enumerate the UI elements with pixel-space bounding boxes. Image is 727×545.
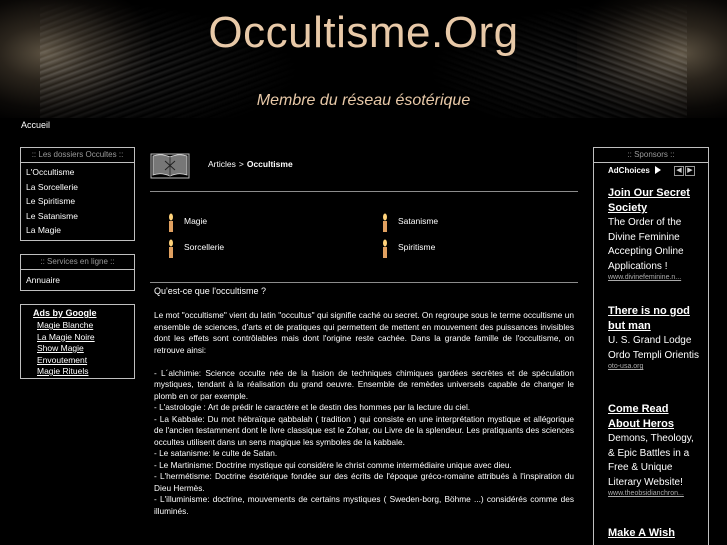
sponsor-ad-title[interactable]: Join Our Secret Society bbox=[608, 186, 700, 216]
breadcrumb: Articles > Occultisme bbox=[208, 159, 293, 169]
category-link-spiritisme[interactable]: Spiritisme bbox=[398, 242, 435, 252]
adchoices-label: AdChoices bbox=[608, 166, 650, 175]
ad-next-arrow-icon[interactable]: ▶ bbox=[685, 166, 695, 176]
site-header: Occultisme.Org Membre du réseau ésotériq… bbox=[0, 0, 727, 118]
open-book-icon bbox=[150, 153, 190, 179]
sponsor-ad: There is no god but man U. S. Grand Lodg… bbox=[608, 304, 700, 370]
site-subtitle: Membre du réseau ésotérique bbox=[256, 92, 471, 109]
google-ads-box: Ads by Google Magie Blanche La Magie Noi… bbox=[20, 304, 135, 379]
category-link-sorcellerie[interactable]: Sorcellerie bbox=[184, 242, 224, 252]
adchoices-link[interactable]: AdChoices bbox=[608, 166, 662, 175]
sponsor-ad: Come Read About Heros Demons, Theology, … bbox=[608, 402, 700, 497]
candle-icon bbox=[383, 213, 387, 232]
sponsor-ad-url[interactable]: oto-usa.org bbox=[608, 363, 700, 370]
services-box: :: Services en ligne :: Annuaire bbox=[20, 254, 135, 291]
sponsor-ad-title[interactable]: Make A Wish bbox=[608, 526, 700, 541]
ad-prev-arrow-icon[interactable]: ◀ bbox=[674, 166, 684, 176]
sponsor-ad: Join Our Secret Society The Order of the… bbox=[608, 186, 700, 281]
article-paragraph: - Le Martinisme: Doctrine mystique qui c… bbox=[154, 459, 512, 470]
menu-item-sorcellerie[interactable]: La Sorcellerie bbox=[21, 180, 134, 195]
ad-link[interactable]: Magie Blanche bbox=[37, 320, 134, 332]
menu-item-magie[interactable]: La Magie bbox=[21, 223, 134, 238]
sponsor-ad-url[interactable]: www.theobsidianchron... bbox=[608, 490, 700, 497]
article-paragraph: - L´alchimie: Science occulte née de la … bbox=[154, 367, 574, 401]
article-spacer bbox=[154, 356, 574, 368]
ad-link[interactable]: La Magie Noire bbox=[37, 332, 134, 344]
services-box-title: :: Services en ligne :: bbox=[21, 255, 134, 270]
divider bbox=[150, 282, 578, 283]
article-title: Qu'est-ce que l'occultisme ? bbox=[154, 286, 266, 296]
home-link[interactable]: Accueil bbox=[21, 120, 50, 130]
sponsor-ad: Make A Wish bbox=[608, 526, 700, 541]
menu-item-annuaire[interactable]: Annuaire bbox=[21, 273, 134, 288]
sponsor-ad-title[interactable]: There is no god but man bbox=[608, 304, 700, 334]
article-paragraph: - L'astrologie : Art de prédir le caract… bbox=[154, 402, 471, 412]
article-body: Le mot "occultisme" vient du latin "occu… bbox=[154, 310, 574, 517]
divider bbox=[150, 191, 578, 192]
category-link-satanisme[interactable]: Satanisme bbox=[398, 216, 438, 226]
adchoices-play-icon bbox=[655, 166, 662, 174]
menu-item-spiritisme[interactable]: Le Spiritisme bbox=[21, 194, 134, 209]
sponsor-ad-url[interactable]: www.divinefeminine.n... bbox=[608, 274, 700, 281]
ad-link[interactable]: Show Magie bbox=[37, 343, 134, 355]
menu-item-occultisme[interactable]: L'Occultisme bbox=[21, 165, 134, 180]
breadcrumb-separator: > bbox=[238, 159, 244, 169]
dossiers-box: :: Les dossiers Occultes :: L'Occultisme… bbox=[20, 147, 135, 241]
article-paragraph: Le mot "occultisme" vient du latin "occu… bbox=[154, 310, 574, 355]
article-paragraph: - Le satanisme: le culte de Satan. bbox=[154, 448, 278, 458]
article-paragraph: - La Kabbale: Du mot hébraïque qabbalah … bbox=[154, 413, 574, 447]
ad-link[interactable]: Envoutement bbox=[37, 355, 134, 367]
breadcrumb-articles-link[interactable]: Articles bbox=[208, 159, 236, 169]
article-paragraph: - L'illuminisme: doctrine, mouvements de… bbox=[154, 494, 574, 516]
sponsor-ad-description: U. S. Grand Lodge Ordo Templi Orientis bbox=[608, 335, 699, 361]
ads-by-google-link[interactable]: Ads by Google bbox=[33, 308, 134, 318]
sponsor-ad-description: Demons, Theology, & Epic Battles in a Fr… bbox=[608, 433, 694, 488]
menu-item-satanisme[interactable]: Le Satanisme bbox=[21, 209, 134, 224]
sponsors-box-title: :: Sponsors :: bbox=[594, 148, 708, 163]
breadcrumb-current: Occultisme bbox=[246, 159, 293, 169]
ad-link[interactable]: Magie Rituels bbox=[37, 366, 134, 378]
sponsor-ad-description: The Order of the Divine Feminine Accepti… bbox=[608, 217, 684, 272]
sponsor-ad-title[interactable]: Come Read About Heros bbox=[608, 402, 700, 432]
site-title[interactable]: Occultisme.Org bbox=[0, 8, 727, 58]
dossiers-box-title: :: Les dossiers Occultes :: bbox=[21, 148, 134, 163]
article-paragraph: - L'hermétisme: Doctrine ésotérique fond… bbox=[154, 471, 574, 493]
candle-icon bbox=[169, 239, 173, 258]
candle-icon bbox=[169, 213, 173, 232]
candle-icon bbox=[383, 239, 387, 258]
category-link-magie[interactable]: Magie bbox=[184, 216, 207, 226]
